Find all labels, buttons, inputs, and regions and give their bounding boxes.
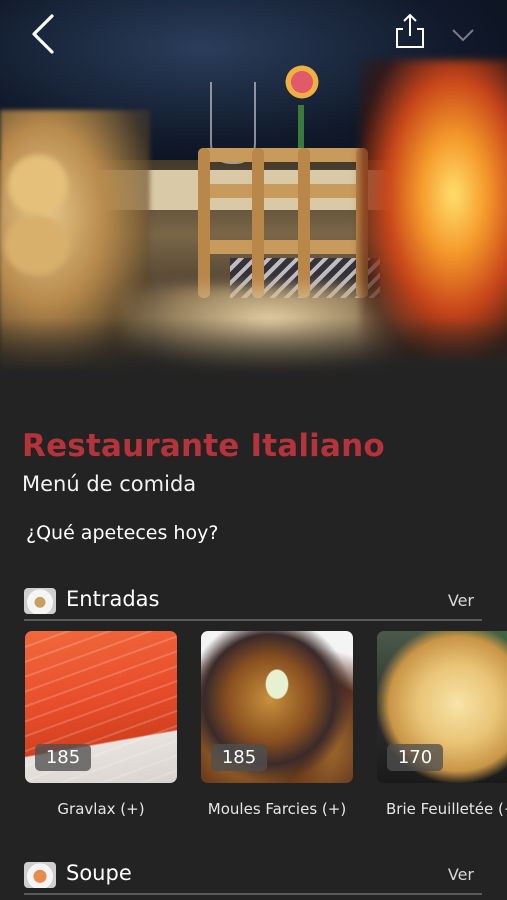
divider	[24, 619, 482, 621]
share-button[interactable]	[392, 12, 428, 50]
menu-item-card[interactable]: 185	[201, 631, 353, 783]
hero-image	[0, 0, 507, 378]
chevron-left-icon	[32, 14, 54, 54]
back-button[interactable]	[26, 12, 66, 56]
restaurant-name: Restaurante Italiano	[22, 428, 385, 464]
menu-item-name[interactable]: Gravlax (+)	[25, 800, 177, 818]
section-header-soupe: Soupe Ver	[24, 857, 484, 895]
see-all-link[interactable]: Ver	[448, 591, 474, 610]
more-button[interactable]	[450, 24, 476, 46]
price-badge: 170	[387, 744, 443, 771]
menu-item-card[interactable]: 170	[377, 631, 507, 783]
price-badge: 185	[35, 744, 91, 771]
section-thumbnail	[24, 862, 56, 888]
divider	[24, 893, 482, 895]
menu-item-card[interactable]: 185	[25, 631, 177, 783]
chevron-down-icon	[452, 29, 474, 42]
share-icon	[396, 13, 424, 48]
prompt-text: ¿Qué apeteces hoy?	[26, 522, 219, 544]
section-title: Soupe	[66, 861, 132, 885]
section-title: Entradas	[66, 587, 160, 611]
section-header-entradas: Entradas Ver	[24, 583, 484, 621]
menu-item-name[interactable]: Brie Feuilletée (+	[377, 800, 507, 818]
see-all-link[interactable]: Ver	[448, 865, 474, 884]
menu-item-name[interactable]: Moules Farcies (+)	[201, 800, 353, 818]
price-badge: 185	[211, 744, 267, 771]
menu-subtitle: Menú de comida	[22, 472, 197, 496]
section-thumbnail	[24, 588, 56, 614]
